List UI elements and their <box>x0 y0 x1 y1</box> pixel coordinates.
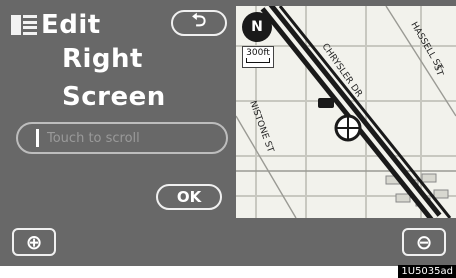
map-scale-indicator: 300ft <box>242 46 274 68</box>
text-cursor <box>36 129 39 147</box>
ok-button[interactable]: OK <box>156 184 222 210</box>
zoom-in-icon: ⊕ <box>25 230 43 254</box>
map-view[interactable]: HASSELL ST CHRYSLER DR NISTONE ST ST N 3… <box>236 6 456 218</box>
compass-icon[interactable]: N <box>242 12 272 42</box>
map-graphics: HASSELL ST CHRYSLER DR NISTONE ST ST <box>236 6 456 218</box>
compass-label: N <box>251 19 263 35</box>
navigation-screen: Edit Right Screen ⮌ Touch to scroll OK H… <box>0 0 456 266</box>
back-arrow-icon: ⮌ <box>191 10 207 31</box>
title-row: Edit <box>11 10 101 40</box>
search-input[interactable]: Touch to scroll <box>16 122 228 154</box>
zoom-in-button[interactable]: ⊕ <box>12 228 56 256</box>
street-label-nistone: NISTONE ST <box>247 100 275 155</box>
zoom-out-icon: ⊖ <box>415 230 433 254</box>
search-placeholder: Touch to scroll <box>47 130 140 146</box>
title-line-3: Screen <box>62 82 166 112</box>
back-button[interactable]: ⮌ <box>171 10 227 36</box>
ok-button-label: OK <box>176 188 202 206</box>
page-title: Edit <box>41 10 101 40</box>
zoom-out-button[interactable]: ⊖ <box>402 228 446 256</box>
split-screen-icon <box>11 15 37 35</box>
edit-panel: Edit Right Screen ⮌ Touch to scroll OK <box>0 0 234 218</box>
scale-rule-icon <box>246 58 270 63</box>
map-scale-label: 300ft <box>246 48 270 58</box>
title-line-2: Right <box>62 44 143 74</box>
figure-code: 1U5035ad <box>398 265 456 278</box>
